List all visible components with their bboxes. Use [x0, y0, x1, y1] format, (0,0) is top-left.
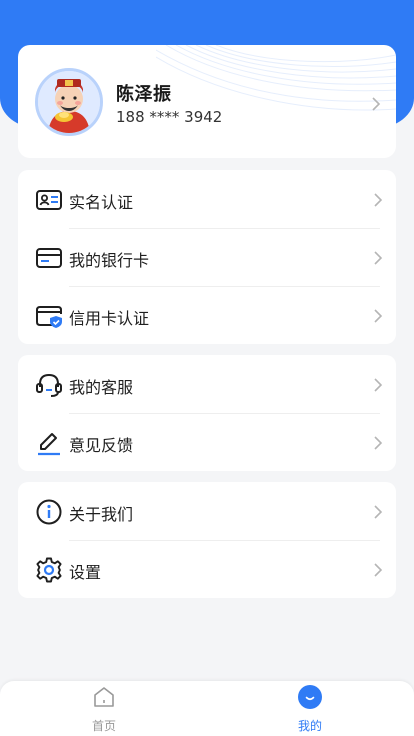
- menu-item-label: 我的银行卡: [69, 251, 150, 270]
- menu-item-settings[interactable]: 设置: [18, 541, 396, 599]
- menu-item-feedback[interactable]: 意见反馈: [18, 414, 396, 472]
- info-icon: [36, 499, 62, 525]
- tab-mine[interactable]: 我的: [250, 681, 370, 736]
- chevron-right-icon: [374, 436, 383, 450]
- chevron-right-icon: [372, 97, 381, 111]
- menu-group-support: 我的客服 意见反馈: [18, 355, 396, 471]
- avatar-illustration: [38, 71, 100, 133]
- user-name: 陈泽振: [116, 84, 172, 105]
- menu-item-credit-card[interactable]: 信用卡认证: [18, 287, 396, 345]
- credit-card-verify-icon: [36, 306, 62, 328]
- menu-item-real-name[interactable]: 实名认证: [18, 171, 396, 229]
- menu-item-label: 我的客服: [69, 378, 134, 397]
- tab-home[interactable]: 首页: [44, 681, 164, 736]
- avatar[interactable]: [35, 68, 103, 136]
- chevron-right-icon: [374, 378, 383, 392]
- menu-item-about[interactable]: 关于我们: [18, 483, 396, 541]
- chevron-right-icon: [374, 309, 383, 323]
- menu-item-label: 实名认证: [69, 193, 134, 212]
- id-card-icon: [36, 190, 62, 210]
- menu-group-identity: 实名认证 我的银行卡 信用卡认证: [18, 170, 396, 344]
- profile-card[interactable]: 陈泽振 188 **** 3942: [18, 45, 396, 158]
- menu-item-label: 信用卡认证: [69, 309, 150, 328]
- pen-icon: [38, 433, 60, 456]
- bottom-tab-bar: 首页 我的: [0, 681, 414, 736]
- menu-item-customer-service[interactable]: 我的客服: [18, 356, 396, 414]
- menu-item-label: 设置: [69, 563, 102, 582]
- chevron-right-icon: [374, 505, 383, 519]
- menu-item-bank-card[interactable]: 我的银行卡: [18, 229, 396, 287]
- user-phone: 188 **** 3942: [116, 108, 223, 126]
- menu-item-label: 关于我们: [69, 505, 134, 524]
- gear-icon: [36, 557, 62, 583]
- decorative-waves: [156, 45, 396, 111]
- smile-icon: [298, 685, 322, 709]
- chevron-right-icon: [374, 193, 383, 207]
- chevron-right-icon: [374, 563, 383, 577]
- headset-icon: [36, 373, 62, 397]
- home-icon: [94, 687, 114, 707]
- chevron-right-icon: [374, 251, 383, 265]
- tab-label: 首页: [91, 719, 116, 733]
- menu-item-label: 意见反馈: [69, 436, 134, 455]
- bank-card-icon: [36, 248, 62, 268]
- tab-label: 我的: [297, 719, 322, 733]
- menu-group-app: 关于我们 设置: [18, 482, 396, 598]
